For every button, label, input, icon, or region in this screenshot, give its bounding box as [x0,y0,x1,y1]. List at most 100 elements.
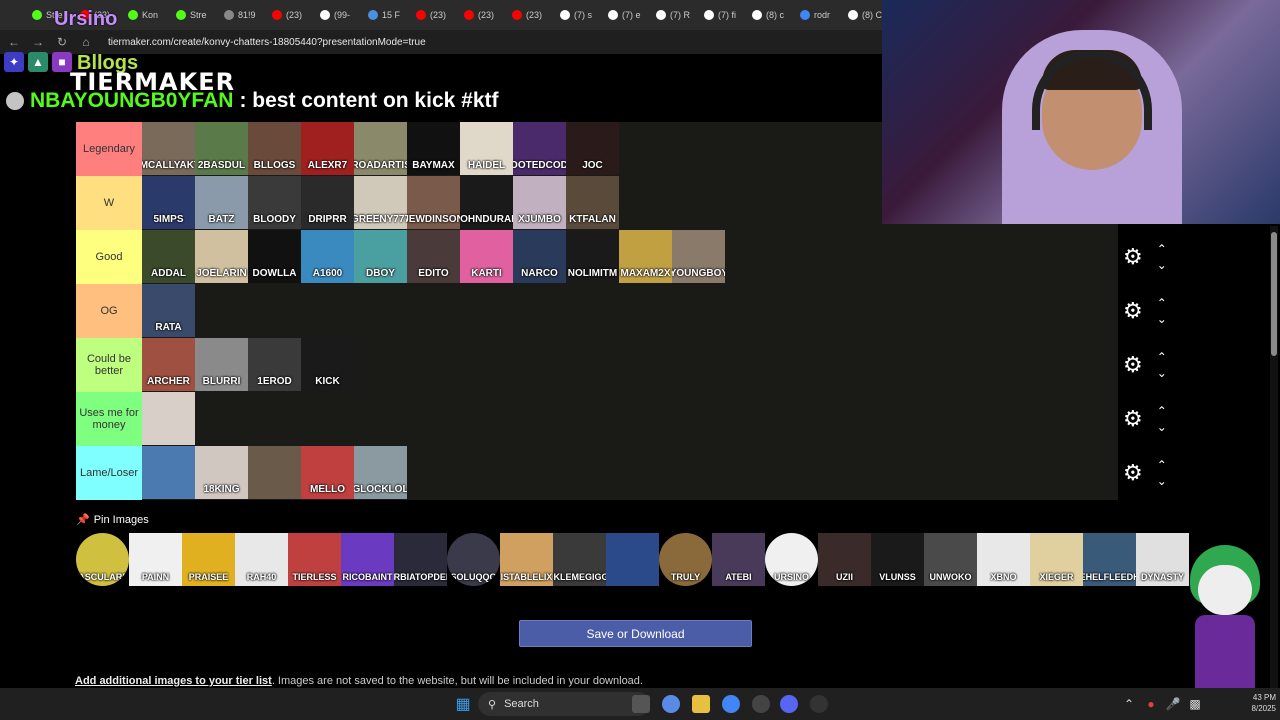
pin-item[interactable]: TRULY [659,533,712,586]
browser-tab[interactable]: (23) [506,3,552,27]
tier-item[interactable]: 18KING [195,446,248,499]
chevron-down-icon[interactable]: ⌄ [1157,312,1167,326]
pin-item[interactable]: RICOBAINT [341,533,394,586]
browser-tab[interactable]: (7) e [602,3,648,27]
tier-item[interactable]: KTFALAN [566,176,619,229]
tier-item[interactable]: BLOODY [248,176,301,229]
copilot-icon[interactable] [662,695,680,713]
pin-item[interactable]: XIEGER [1030,533,1083,586]
browser-tab[interactable]: (8) c [746,3,792,27]
chevron-up-icon[interactable]: ⌃ [1157,242,1167,256]
tier-item[interactable]: NOLIMITM [566,230,619,283]
tier-label[interactable]: Could be better [76,338,142,392]
url-field[interactable]: tiermaker.com/create/konvy-chatters-1880… [108,37,426,48]
chevron-down-icon[interactable]: ⌄ [1157,366,1167,380]
tier-label[interactable]: OG [76,284,142,338]
tier-item[interactable]: MAXAM2X [619,230,672,283]
tier-item[interactable]: IMCALLYAKT [142,122,195,175]
tier-item[interactable] [142,392,195,445]
pin-item[interactable]: ATEBI [712,533,765,586]
gear-icon[interactable]: ⚙ [1123,354,1143,376]
tier-item[interactable]: ARCHER [142,338,195,391]
pin-item[interactable]: ZAEHELFLEEDHAY [1083,533,1136,586]
tier-item[interactable]: HAIDEL [460,122,513,175]
chrome-icon[interactable] [722,695,740,713]
tier-item[interactable]: GLOCKLOL [354,446,407,499]
tier-item[interactable]: 2BASDUL [195,122,248,175]
browser-tab[interactable]: (7) s [554,3,600,27]
tier-item[interactable]: BROADARTIST [354,122,407,175]
browser-tab[interactable]: (7) fi [698,3,744,27]
browser-tab[interactable]: Kon [122,3,168,27]
chevron-down-icon[interactable]: ⌄ [1157,258,1167,272]
app-icon[interactable] [810,695,828,713]
tier-item[interactable]: RATA [142,284,195,337]
pin-item[interactable]: URSINO [765,533,818,586]
gear-icon[interactable]: ⚙ [1123,300,1143,322]
pin-item[interactable]: RAH40 [235,533,288,586]
tier-item[interactable]: NARCO [513,230,566,283]
tier-item[interactable]: XJUMBO [513,176,566,229]
gear-icon[interactable]: ⚙ [1123,408,1143,430]
gear-icon[interactable]: ⚙ [1123,246,1143,268]
obs-icon[interactable] [752,695,770,713]
pin-item[interactable]: OBASCULARFAN [76,533,129,586]
browser-tab[interactable]: Stre [170,3,216,27]
save-or-download-button[interactable]: Save or Download [519,620,752,647]
tier-label[interactable]: Good [76,230,142,284]
task-view-icon[interactable] [632,695,650,713]
chevron-down-icon[interactable]: ⌄ [1157,420,1167,434]
home-icon[interactable]: ⌂ [80,35,92,49]
tier-item[interactable]: BAYMAX [407,122,460,175]
pin-item[interactable]: VLUNSS [871,533,924,586]
tier-item[interactable]: NBAYOUNGBOYFAN [672,230,725,283]
chevron-up-icon[interactable]: ⌃ [1157,350,1167,364]
browser-tab[interactable]: 15 F [362,3,408,27]
tier-item[interactable]: BLURRI [195,338,248,391]
forward-icon[interactable]: → [32,35,44,49]
gear-icon[interactable]: ⚙ [1123,462,1143,484]
tier-item[interactable]: ALEXR7 [301,122,354,175]
chevron-up-icon[interactable]: ⌃ [1157,404,1167,418]
tier-item[interactable]: DBOY [354,230,407,283]
chevron-down-icon[interactable]: ⌄ [1157,474,1167,488]
tier-item[interactable]: MELLO [301,446,354,499]
pin-item[interactable]: TIERLESS [288,533,341,586]
pin-item[interactable]: ISTABLELIX [500,533,553,586]
tier-item[interactable]: DRIPRR [301,176,354,229]
tier-item[interactable]: 5IMPS [142,176,195,229]
tier-item[interactable] [248,446,301,499]
tier-label[interactable]: W [76,176,142,230]
browser-tab[interactable]: (23) [266,3,312,27]
pin-item[interactable]: XBNO [977,533,1030,586]
tier-item[interactable]: JOC [566,122,619,175]
browser-tab[interactable]: (23) [458,3,504,27]
network-icon[interactable]: ▩ [1186,695,1204,713]
mic-icon[interactable]: 🎤 [1164,695,1182,713]
browser-tab[interactable]: 81!9 [218,3,264,27]
tray-icon[interactable]: ● [1142,695,1160,713]
tier-item[interactable]: GREENY777 [354,176,407,229]
tier-item[interactable]: KARTI [460,230,513,283]
tier-item[interactable]: JEWDINSON [407,176,460,229]
tier-item[interactable]: ADDAL [142,230,195,283]
browser-tab[interactable]: rodr [794,3,840,27]
file-explorer-icon[interactable] [692,695,710,713]
browser-tab[interactable]: (8) C [842,3,882,27]
pin-item[interactable]: PAINN [129,533,182,586]
tier-item[interactable] [142,446,195,499]
pin-item[interactable] [606,533,659,586]
pin-item[interactable]: UZII [818,533,871,586]
add-images-link[interactable]: Add additional images to your tier list [75,675,272,687]
chevron-up-icon[interactable]: ⌃ [1157,458,1167,472]
tier-label[interactable]: Lame/Loser [76,446,142,500]
pin-item[interactable]: ERBIATOPDEM [394,533,447,586]
pin-item[interactable]: PRAISEE [182,533,235,586]
browser-tab[interactable]: (99- [314,3,360,27]
tier-item[interactable]: BATZ [195,176,248,229]
tier-label[interactable]: Uses me for money [76,392,142,446]
tier-item[interactable]: BLLOGS [248,122,301,175]
reload-icon[interactable]: ↻ [56,35,68,49]
scrollbar-thumb[interactable] [1271,232,1277,356]
tier-item[interactable]: A1600 [301,230,354,283]
